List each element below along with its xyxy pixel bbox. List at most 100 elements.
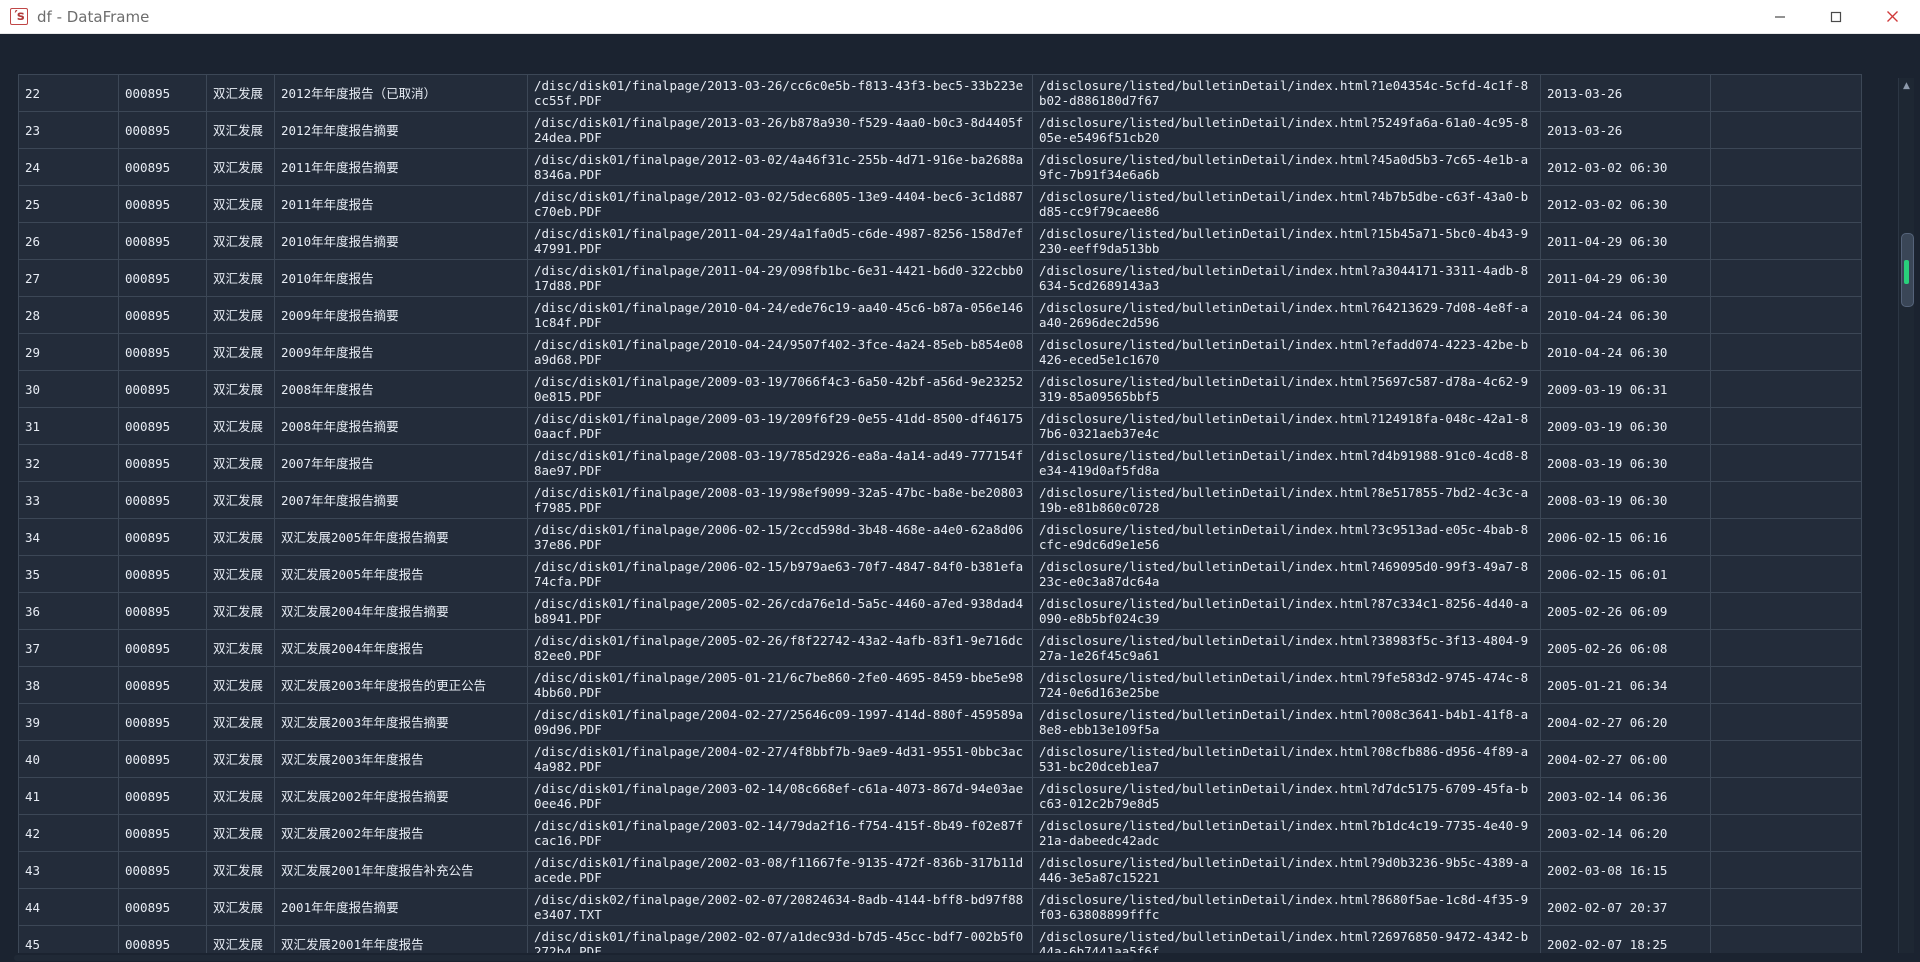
cell-title[interactable]: 双汇发展2004年年度报告 xyxy=(274,629,528,667)
cell-name[interactable]: 双汇发展 xyxy=(206,703,275,741)
cell-href[interactable]: /disclosure/listed/bulletinDetail/index.… xyxy=(1032,703,1541,741)
cell-code[interactable]: 000895 xyxy=(118,740,207,778)
cell-href[interactable]: /disclosure/listed/bulletinDetail/index.… xyxy=(1032,74,1541,112)
cell-title[interactable]: 2008年年度报告摘要 xyxy=(274,407,528,445)
cell-name[interactable]: 双汇发展 xyxy=(206,74,275,112)
cell-href[interactable]: /disclosure/listed/bulletinDetail/index.… xyxy=(1032,407,1541,445)
cell-date[interactable]: 2009-03-19 06:31 xyxy=(1540,370,1711,408)
cell-index[interactable]: 30 xyxy=(18,370,119,408)
cell-title[interactable]: 双汇发展2001年年度报告补充公告 xyxy=(274,851,528,889)
cell-code[interactable]: 000895 xyxy=(118,555,207,593)
table-row[interactable]: 35 000895 双汇发展 双汇发展2005年年度报告/disc/disk01/fi… xyxy=(18,555,1862,593)
cell-href[interactable]: /disclosure/listed/bulletinDetail/index.… xyxy=(1032,851,1541,889)
cell-name[interactable]: 双汇发展 xyxy=(206,518,275,556)
cell-date[interactable]: 2010-04-24 06:30 xyxy=(1540,296,1711,334)
table-row[interactable]: 40 000895 双汇发展 双汇发展2003年年度报告/disc/disk01/fi… xyxy=(18,740,1862,778)
cell-href[interactable]: /disclosure/listed/bulletinDetail/index.… xyxy=(1032,296,1541,334)
cell-date[interactable]: 2010-04-24 06:30 xyxy=(1540,333,1711,371)
table-row[interactable]: 28 000895 双汇发展 2009年年度报告摘要/disc/disk01/fina… xyxy=(18,296,1862,334)
cell-attachpath[interactable]: /disc/disk01/finalpage/2006-02-15/b979ae… xyxy=(527,555,1033,593)
cell-code[interactable]: 000895 xyxy=(118,629,207,667)
cell-name[interactable]: 双汇发展 xyxy=(206,851,275,889)
cell-title[interactable]: 双汇发展2003年年度报告 xyxy=(274,740,528,778)
cell-index[interactable]: 36 xyxy=(18,592,119,630)
cell-date[interactable]: 2011-04-29 06:30 xyxy=(1540,222,1711,260)
cell-attachpath[interactable]: /disc/disk01/finalpage/2009-03-19/7066f4… xyxy=(527,370,1033,408)
cell-title[interactable]: 2009年年度报告 xyxy=(274,333,528,371)
cell-attachpath[interactable]: /disc/disk01/finalpage/2013-03-26/b878a9… xyxy=(527,111,1033,149)
cell-title[interactable]: 2007年年度报告摘要 xyxy=(274,481,528,519)
cell-attachpath[interactable]: /disc/disk01/finalpage/2009-03-19/209f6f… xyxy=(527,407,1033,445)
cell-title[interactable]: 2001年年度报告摘要 xyxy=(274,888,528,926)
cell-href[interactable]: /disclosure/listed/bulletinDetail/index.… xyxy=(1032,111,1541,149)
cell-href[interactable]: /disclosure/listed/bulletinDetail/index.… xyxy=(1032,666,1541,704)
cell-index[interactable]: 43 xyxy=(18,851,119,889)
cell-code[interactable]: 000895 xyxy=(118,481,207,519)
scroll-track[interactable] xyxy=(1899,93,1914,962)
cell-code[interactable]: 000895 xyxy=(118,444,207,482)
cell-title[interactable]: 2010年年度报告 xyxy=(274,259,528,297)
table-row[interactable]: 38 000895 双汇发展 双汇发展2003年年度报告的更正公告/disc/disk… xyxy=(18,666,1862,704)
cell-code[interactable]: 000895 xyxy=(118,666,207,704)
cell-attachpath[interactable]: /disc/disk01/finalpage/2005-02-26/cda76e… xyxy=(527,592,1033,630)
cell-attachpath[interactable]: /disc/disk01/finalpage/2003-02-14/79da2f… xyxy=(527,814,1033,852)
table-row[interactable]: 44 000895 双汇发展 2001年年度报告摘要/disc/disk02/fina… xyxy=(18,888,1862,926)
table-row[interactable]: 25 000895 双汇发展 2011年年度报告/disc/disk01/finalp… xyxy=(18,185,1862,223)
cell-name[interactable]: 双汇发展 xyxy=(206,111,275,149)
cell-attachpath[interactable]: /disc/disk02/finalpage/2002-02-07/208246… xyxy=(527,888,1033,926)
cell-code[interactable]: 000895 xyxy=(118,370,207,408)
cell-href[interactable]: /disclosure/listed/bulletinDetail/index.… xyxy=(1032,222,1541,260)
cell-title[interactable]: 2008年年度报告 xyxy=(274,370,528,408)
cell-attachpath[interactable]: /disc/disk01/finalpage/2011-04-29/098fb1… xyxy=(527,259,1033,297)
table-row[interactable]: 34 000895 双汇发展 双汇发展2005年年度报告摘要/disc/disk01/… xyxy=(18,518,1862,556)
cell-date[interactable]: 2013-03-26 xyxy=(1540,111,1711,149)
cell-code[interactable]: 000895 xyxy=(118,888,207,926)
table-row[interactable]: 27 000895 双汇发展 2010年年度报告/disc/disk01/finalp… xyxy=(18,259,1862,297)
horizontal-scrollbar[interactable] xyxy=(0,953,1920,962)
table-row[interactable]: 41 000895 双汇发展 双汇发展2002年年度报告摘要/disc/disk01/… xyxy=(18,777,1862,815)
cell-code[interactable]: 000895 xyxy=(118,518,207,556)
table-row[interactable]: 39 000895 双汇发展 双汇发展2003年年度报告摘要/disc/disk01/… xyxy=(18,703,1862,741)
table-row[interactable]: 43 000895 双汇发展 双汇发展2001年年度报告补充公告/disc/disk0… xyxy=(18,851,1862,889)
cell-name[interactable]: 双汇发展 xyxy=(206,148,275,186)
cell-date[interactable]: 2008-03-19 06:30 xyxy=(1540,481,1711,519)
cell-index[interactable]: 31 xyxy=(18,407,119,445)
cell-code[interactable]: 000895 xyxy=(118,148,207,186)
chevron-up-icon[interactable]: ▲ xyxy=(1899,78,1914,93)
table-row[interactable]: 26 000895 双汇发展 2010年年度报告摘要/disc/disk01/fina… xyxy=(18,222,1862,260)
cell-index[interactable]: 35 xyxy=(18,555,119,593)
cell-attachpath[interactable]: /disc/disk01/finalpage/2006-02-15/2ccd59… xyxy=(527,518,1033,556)
cell-index[interactable]: 33 xyxy=(18,481,119,519)
cell-index[interactable]: 25 xyxy=(18,185,119,223)
cell-attachpath[interactable]: /disc/disk01/finalpage/2008-03-19/98ef90… xyxy=(527,481,1033,519)
cell-index[interactable]: 24 xyxy=(18,148,119,186)
cell-href[interactable]: /disclosure/listed/bulletinDetail/index.… xyxy=(1032,259,1541,297)
cell-date[interactable]: 2005-02-26 06:08 xyxy=(1540,629,1711,667)
cell-date[interactable]: 2013-03-26 xyxy=(1540,74,1711,112)
cell-index[interactable]: 34 xyxy=(18,518,119,556)
cell-name[interactable]: 双汇发展 xyxy=(206,666,275,704)
cell-href[interactable]: /disclosure/listed/bulletinDetail/index.… xyxy=(1032,148,1541,186)
cell-title[interactable]: 2012年年度报告（已取消） xyxy=(274,74,528,112)
cell-title[interactable]: 2007年年度报告 xyxy=(274,444,528,482)
table-row[interactable]: 31 000895 双汇发展 2008年年度报告摘要/disc/disk01/fina… xyxy=(18,407,1862,445)
cell-href[interactable]: /disclosure/listed/bulletinDetail/index.… xyxy=(1032,814,1541,852)
cell-name[interactable]: 双汇发展 xyxy=(206,481,275,519)
cell-title[interactable]: 2011年年度报告 xyxy=(274,185,528,223)
cell-name[interactable]: 双汇发展 xyxy=(206,333,275,371)
cell-attachpath[interactable]: /disc/disk01/finalpage/2008-03-19/785d29… xyxy=(527,444,1033,482)
cell-code[interactable]: 000895 xyxy=(118,74,207,112)
cell-date[interactable]: 2012-03-02 06:30 xyxy=(1540,185,1711,223)
cell-name[interactable]: 双汇发展 xyxy=(206,629,275,667)
cell-attachpath[interactable]: /disc/disk01/finalpage/2004-02-27/25646c… xyxy=(527,703,1033,741)
cell-href[interactable]: /disclosure/listed/bulletinDetail/index.… xyxy=(1032,444,1541,482)
cell-index[interactable]: 40 xyxy=(18,740,119,778)
close-button[interactable] xyxy=(1864,0,1920,33)
cell-index[interactable]: 29 xyxy=(18,333,119,371)
cell-name[interactable]: 双汇发展 xyxy=(206,407,275,445)
cell-date[interactable]: 2003-02-14 06:20 xyxy=(1540,814,1711,852)
table-row[interactable]: 36 000895 双汇发展 双汇发展2004年年度报告摘要/disc/disk01/… xyxy=(18,592,1862,630)
cell-index[interactable]: 38 xyxy=(18,666,119,704)
cell-index[interactable]: 37 xyxy=(18,629,119,667)
cell-title[interactable]: 2011年年度报告摘要 xyxy=(274,148,528,186)
